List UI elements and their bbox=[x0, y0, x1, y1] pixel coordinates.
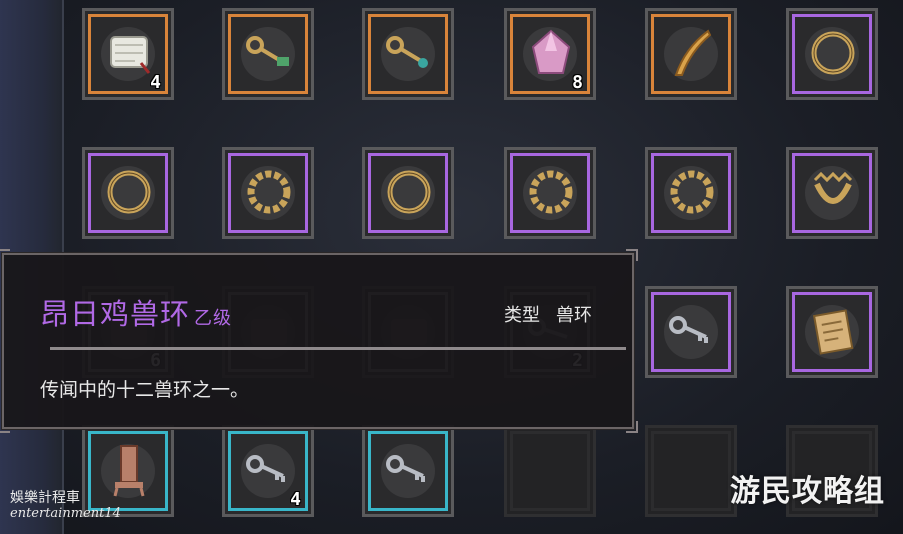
inventory-slot[interactable] bbox=[362, 425, 454, 517]
item-quantity: 4 bbox=[150, 72, 161, 93]
watermark-handle: entertainment14 bbox=[10, 506, 121, 521]
inventory-slot[interactable] bbox=[222, 8, 314, 100]
watermark-title: 娛樂計程車 bbox=[10, 490, 80, 506]
item-type-label: 类型 bbox=[504, 305, 540, 326]
site-watermark: 游民攻略组 bbox=[730, 474, 885, 509]
item-type-value: 兽环 bbox=[556, 305, 592, 326]
tooltip-corner-ornament bbox=[626, 249, 638, 261]
tooltip-corner-ornament bbox=[0, 249, 10, 261]
inventory-slot[interactable] bbox=[786, 8, 878, 100]
tooltip-divider bbox=[50, 347, 626, 350]
inventory-slot[interactable] bbox=[82, 147, 174, 239]
item-quantity: 4 bbox=[290, 489, 301, 510]
inventory-slot[interactable]: 4 bbox=[222, 425, 314, 517]
item-grade: 乙级 bbox=[194, 308, 233, 329]
beast-ring-icon bbox=[247, 170, 291, 214]
teal-key-icon bbox=[386, 36, 428, 68]
green-key-icon bbox=[246, 36, 289, 66]
item-tooltip: 昂日鸡兽环 乙级 类型 兽环 传闻中的十二兽环之一。 bbox=[0, 249, 638, 433]
tooltip-corner-ornament bbox=[0, 421, 10, 433]
inventory-slot[interactable] bbox=[645, 8, 737, 100]
ring-icon bbox=[107, 170, 151, 214]
inventory-slot[interactable] bbox=[504, 147, 596, 239]
inventory-slot[interactable] bbox=[786, 147, 878, 239]
ring-icon bbox=[811, 31, 855, 75]
source-watermark: 娛樂計程車 entertainment14 bbox=[10, 490, 121, 522]
parchment-icon bbox=[812, 309, 854, 355]
item-name-text: 昂日鸡兽环 bbox=[40, 297, 191, 331]
empty-inventory-slot[interactable] bbox=[645, 425, 737, 517]
silver-key-icon bbox=[386, 455, 425, 482]
inventory-slot[interactable] bbox=[362, 8, 454, 100]
inventory-slot[interactable] bbox=[362, 147, 454, 239]
inventory-slot[interactable] bbox=[222, 147, 314, 239]
inventory-slot[interactable]: 4 bbox=[82, 8, 174, 100]
feather-icon bbox=[674, 29, 712, 76]
beast-ring-icon bbox=[529, 170, 573, 214]
empty-inventory-slot[interactable] bbox=[504, 425, 596, 517]
tooltip-corner-ornament bbox=[626, 421, 638, 433]
inventory-slot[interactable]: 8 bbox=[504, 8, 596, 100]
beast-ring-icon bbox=[670, 170, 714, 214]
inventory-slot[interactable] bbox=[786, 286, 878, 378]
inventory-slot[interactable] bbox=[645, 286, 737, 378]
inventory-slot[interactable] bbox=[645, 147, 737, 239]
item-quantity: 8 bbox=[572, 72, 583, 93]
ring-icon bbox=[387, 170, 431, 214]
item-type: 类型 兽环 bbox=[504, 301, 592, 327]
crown-ring-icon bbox=[813, 171, 853, 204]
item-description: 传闻中的十二兽环之一。 bbox=[40, 379, 250, 401]
silver-key-icon bbox=[669, 316, 708, 343]
item-name: 昂日鸡兽环 乙级 bbox=[40, 291, 232, 333]
